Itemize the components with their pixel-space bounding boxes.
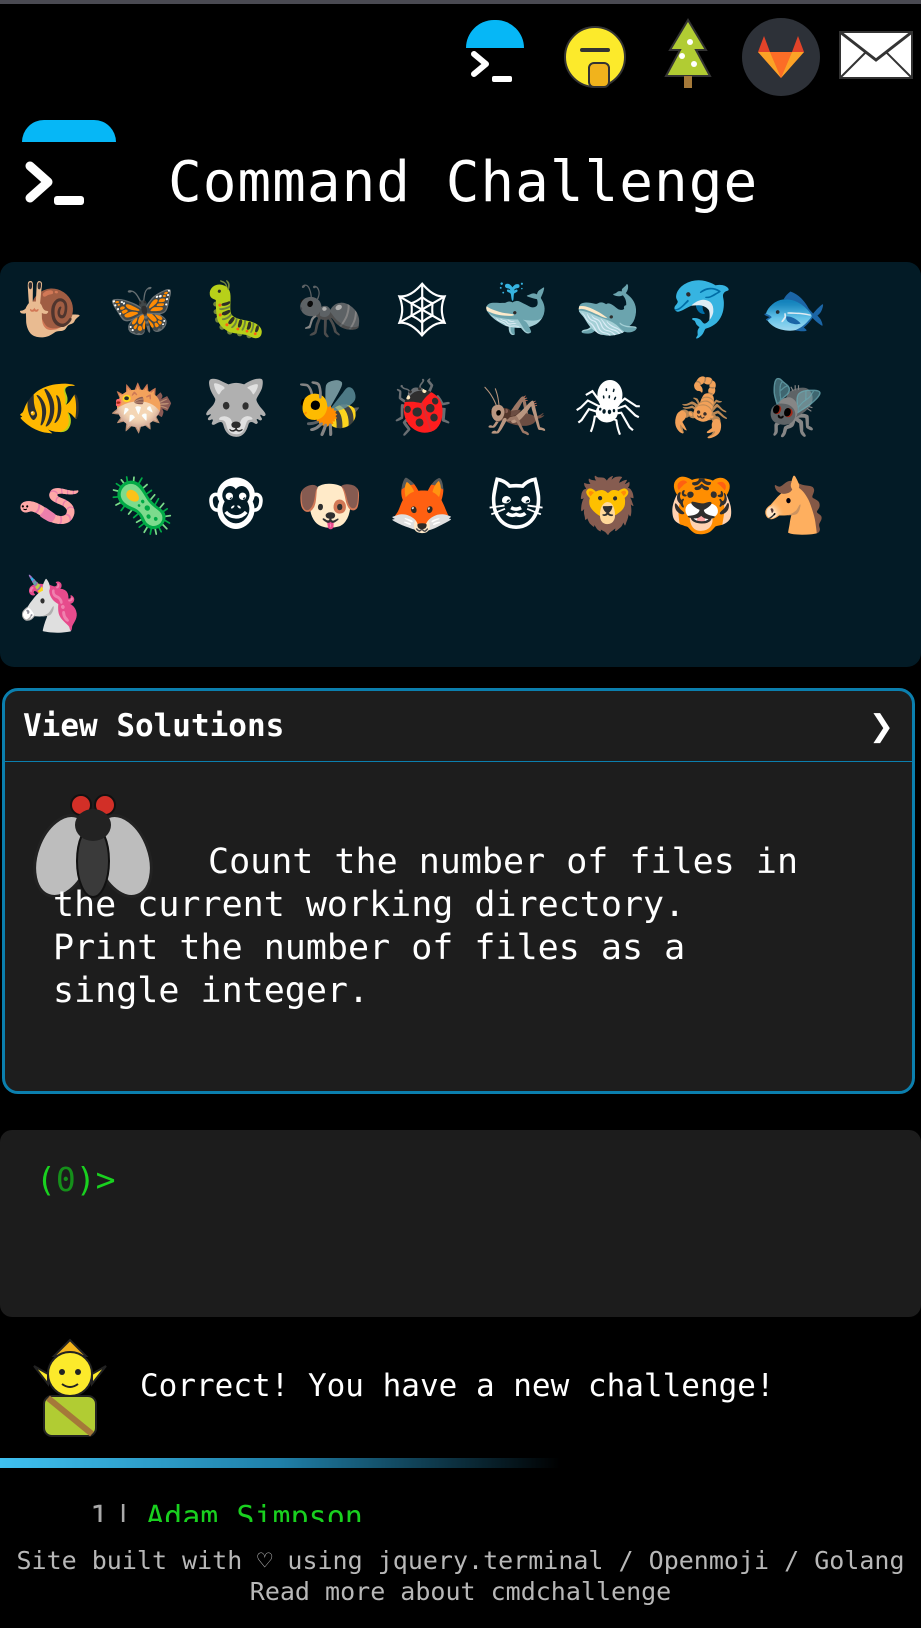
fly-icon[interactable]: 🪰 (754, 368, 834, 448)
spouting-whale-icon[interactable]: 🐳 (476, 270, 556, 350)
elf-icon (30, 1338, 110, 1438)
microbe-icon[interactable]: 🦠 (102, 466, 182, 546)
whale-icon[interactable]: 🐋 (568, 270, 648, 350)
tiger-icon[interactable]: 🐯 (662, 466, 742, 546)
horse-icon[interactable]: 🐴 (754, 466, 834, 546)
solutions-title: View Solutions (23, 708, 285, 744)
terminal-prompt: (0)> (36, 1160, 116, 1199)
page-title: Command Challenge (168, 150, 759, 215)
terminal-logo-icon (24, 160, 88, 214)
caterpillar-icon[interactable]: 🐛 (196, 270, 276, 350)
footer: Site built with ♡ using jquery.terminal … (0, 1545, 921, 1607)
tropical-fish-icon[interactable]: 🐠 (10, 368, 90, 448)
scorpion-icon[interactable]: 🦂 (662, 368, 742, 448)
lion-icon[interactable]: 🦁 (568, 466, 648, 546)
wolf-icon[interactable]: 🐺 (196, 368, 276, 448)
logo-arc (22, 120, 116, 142)
ant-icon[interactable]: 🐜 (290, 270, 370, 350)
leaderboard-name[interactable]: Adam Simpson (146, 1500, 363, 1522)
lady-beetle-icon[interactable]: 🐞 (382, 368, 462, 448)
terminal-input[interactable]: (0)> (0, 1130, 921, 1317)
bee-icon[interactable]: 🐝 (290, 368, 370, 448)
cricket-icon[interactable]: 🦗 (476, 368, 556, 448)
butterfly-icon[interactable]: 🦋 (102, 270, 182, 350)
spider-web-icon[interactable]: 🕸 (382, 270, 462, 350)
fox-icon[interactable]: 🦊 (382, 466, 462, 546)
envelope-icon[interactable] (838, 30, 914, 80)
dolphin-icon[interactable]: 🐬 (662, 270, 742, 350)
terminal-icon[interactable] (462, 18, 524, 88)
cat-icon[interactable]: 🐱 (476, 466, 556, 546)
challenge-grid: 🐌 🦋 🐛 🐜 🕸 🐳 🐋 🐬 🐟 🐠 🐡 🐺 🐝 🐞 🦗 🕷 🦂 🪰 🪱 🦠 🐵 🐶 🦊 🐱 🦁 🐯 🐴 🦄 (0, 262, 921, 667)
solutions-panel: View Solutions ❯ Count the number of fil… (2, 688, 915, 1094)
monkey-icon[interactable]: 🐵 (196, 466, 276, 546)
footer-credits[interactable]: Site built with ♡ using jquery.terminal … (0, 1545, 921, 1576)
status-message: Correct! You have a new challenge! (140, 1368, 775, 1404)
snail-icon[interactable]: 🐌 (10, 270, 90, 350)
top-icon-bar (0, 8, 921, 96)
dog-icon[interactable]: 🐶 (290, 466, 370, 546)
top-border (0, 0, 921, 4)
challenge-description: Count the number of files in the current… (53, 842, 799, 1011)
shushing-face-icon[interactable] (560, 22, 630, 92)
fish-icon[interactable]: 🐟 (754, 270, 834, 350)
worm-icon[interactable]: 🪱 (10, 466, 90, 546)
blowfish-icon[interactable]: 🐡 (102, 368, 182, 448)
divider-bar (0, 1458, 560, 1468)
chevron-right-icon[interactable]: ❯ (869, 709, 894, 744)
christmas-tree-icon[interactable] (660, 16, 716, 92)
spider-icon[interactable]: 🕷 (568, 368, 648, 448)
footer-about-link[interactable]: Read more about cmdchallenge (0, 1576, 921, 1607)
unicorn-icon[interactable]: 🦄 (10, 564, 90, 644)
solutions-header[interactable]: View Solutions ❯ (5, 691, 912, 762)
leaderboard-row: 1 | Adam Simpson (90, 1500, 363, 1522)
gitlab-icon[interactable] (742, 18, 820, 96)
